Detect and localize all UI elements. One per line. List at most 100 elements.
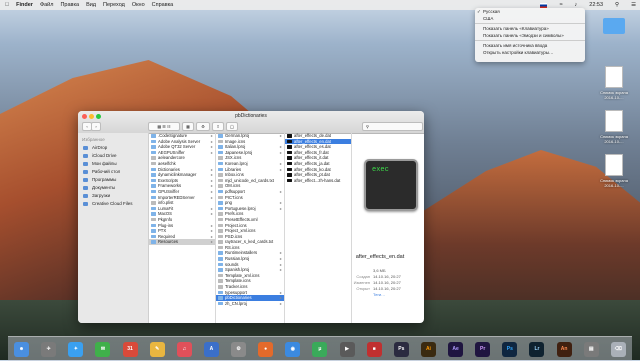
clock[interactable]: 22:53 xyxy=(589,2,603,8)
calendar-dock-icon[interactable]: 31 xyxy=(122,341,138,357)
menu-edit[interactable]: Правка xyxy=(60,2,79,8)
tag-icon[interactable]: ◯ xyxy=(226,122,238,131)
safari-dock-icon[interactable]: ✦ xyxy=(68,341,84,357)
chrome-dock-icon[interactable]: ◉ xyxy=(285,341,301,357)
desktop-folder[interactable] xyxy=(600,18,628,34)
chevron-right-icon: ▸ xyxy=(210,239,213,245)
document-icon xyxy=(605,66,623,88)
search-icon[interactable]: ⚲ xyxy=(615,2,619,8)
metadata-value: 3,6 МБ xyxy=(373,268,386,273)
folder-icon xyxy=(218,251,223,255)
sidebar-item-applications[interactable]: Программы xyxy=(78,176,148,184)
list-item-label: ExeScripts xyxy=(158,177,179,183)
document-icon xyxy=(605,110,623,132)
file-icon xyxy=(218,217,223,222)
flag-icon[interactable] xyxy=(540,2,548,8)
apple-icon[interactable]:  xyxy=(5,2,9,8)
list-item-label: dynamiclinkmanager xyxy=(158,172,197,178)
folder-icon xyxy=(218,201,223,205)
list-item[interactable]: after_effect...zh-hans.dat xyxy=(285,178,351,184)
adobe-dock-icon-6[interactable]: Lr xyxy=(529,341,545,357)
list-item-label: PTX xyxy=(158,228,167,234)
finder-dock-icon[interactable]: ☻ xyxy=(14,341,30,357)
menu-go[interactable]: Переход xyxy=(103,2,125,8)
share-icon[interactable]: ⇧ xyxy=(212,122,224,131)
folder-icon xyxy=(218,262,223,267)
sidebar-item-creative-cloud[interactable]: Creative Cloud Files xyxy=(78,200,148,208)
folder-icon xyxy=(151,150,156,155)
desktop-screenshot-1[interactable]: Снимок экрана 2016-10-... xyxy=(600,66,628,100)
list-item-label: Dictionaries xyxy=(158,166,180,172)
menu-finder[interactable]: Finder xyxy=(16,2,33,8)
arrange-button[interactable]: ▦ xyxy=(182,122,194,131)
view-switcher[interactable]: ▦ ☰ ☷ xyxy=(148,122,180,131)
desktop-screenshot-2[interactable]: Снимок экрана 2016-10-... xyxy=(600,110,628,144)
notes-dock-icon[interactable]: ✎ xyxy=(149,341,165,357)
show-input-name[interactable]: Показать имя источника ввода xyxy=(475,42,585,49)
list-item[interactable]: Resources ▸ xyxy=(149,239,215,245)
file-icon xyxy=(218,273,223,278)
folder-icon xyxy=(218,167,223,172)
list-item-label: Resources xyxy=(158,239,179,245)
list-item[interactable]: zh_CN.lproj ▸ xyxy=(216,301,284,307)
settings-dock-icon[interactable]: ⚙ xyxy=(231,341,247,357)
list-item-label: after_effects_ko.dat xyxy=(294,166,331,172)
list-item-label: after_effects_pt.dat xyxy=(294,172,330,178)
list-item-label: after_effects_de.dat xyxy=(294,133,331,138)
show-keyboard-viewer[interactable]: Показать панель «Клавиатура» xyxy=(475,25,585,32)
exec-icon xyxy=(287,178,292,183)
forward-button[interactable]: › xyxy=(91,122,101,131)
adobe-dock-icon-4[interactable]: Pr xyxy=(475,341,491,357)
show-emoji-viewer[interactable]: Показать панель «Эмодзи и символы» xyxy=(475,32,585,39)
list-item-label: Image.icns xyxy=(225,138,246,144)
sidebar-item-desktop[interactable]: Рабочий стол xyxy=(78,168,148,176)
appstore-dock-icon[interactable]: A xyxy=(203,341,219,357)
list-item-label: LumaFit xyxy=(158,205,174,211)
media-dock-icon[interactable]: ▶ xyxy=(339,341,355,357)
menu-help[interactable]: Справка xyxy=(152,2,174,8)
gear-icon[interactable]: ⚙ xyxy=(196,122,210,131)
utility-dock-icon[interactable]: ▤ xyxy=(583,341,599,357)
adobe-dock-icon-7[interactable]: An xyxy=(556,341,572,357)
menu-window[interactable]: Окно xyxy=(132,2,145,8)
open-keyboard-prefs[interactable]: Открыть настройки клавиатуры… xyxy=(475,49,585,56)
list-item-label: Libraries xyxy=(225,166,242,172)
sidebar-item-icloud[interactable]: iCloud Drive xyxy=(78,152,148,160)
torrent-dock-icon[interactable]: μ xyxy=(312,341,328,357)
list-icon[interactable]: ☰ xyxy=(631,2,636,8)
list-item-label: RS.icns xyxy=(225,244,240,250)
list-item-label: after_effects_it.dat xyxy=(294,155,329,161)
adobe-dock-icon-5[interactable]: Ps xyxy=(502,341,518,357)
folder-icon xyxy=(151,234,156,239)
app-dock-icon[interactable]: ■ xyxy=(366,341,382,357)
list-item-label: Korean.lproj xyxy=(225,160,248,166)
file-icon xyxy=(218,173,223,177)
firefox-dock-icon[interactable]: ● xyxy=(258,341,274,357)
exec-icon xyxy=(287,167,292,172)
trash-dock-icon[interactable]: ⌫ xyxy=(610,341,626,357)
sidebar-item-myfiles[interactable]: Мои файлы xyxy=(78,160,148,168)
list-item-label: zh_CN.lproj xyxy=(225,300,247,306)
list-item-label: Required xyxy=(158,233,175,239)
sidebar-item-documents[interactable]: Документы xyxy=(78,184,148,192)
adobe-dock-icon-3[interactable]: Ae xyxy=(448,341,464,357)
list-item-label: ImporterREDServer xyxy=(158,194,195,200)
menu-file[interactable]: Файл xyxy=(40,2,54,8)
menu-view[interactable]: Вид xyxy=(86,2,96,8)
desktop-screenshot-3[interactable]: Снимок экрана 2016-10-... xyxy=(600,154,628,188)
input-russian[interactable]: ✓ Русская xyxy=(475,8,585,15)
sidebar-item-airdrop[interactable]: AirDrop xyxy=(78,144,148,152)
folder-icon xyxy=(151,229,156,233)
itunes-dock-icon[interactable]: ♫ xyxy=(176,341,192,357)
adobe-dock-icon-1[interactable]: Ps xyxy=(393,341,409,357)
messages-dock-icon[interactable]: ✉ xyxy=(95,341,111,357)
search-field[interactable]: ⚲ xyxy=(362,122,423,131)
launchpad-dock-icon[interactable]: ✈ xyxy=(41,341,57,357)
adobe-dock-icon-2[interactable]: Ai xyxy=(420,341,436,357)
input-usa[interactable]: США xyxy=(475,15,585,22)
sidebar-header: Избранное xyxy=(82,137,105,142)
list-item-label: OM.icns xyxy=(225,183,241,189)
sidebar-item-downloads[interactable]: Загрузки xyxy=(78,192,148,200)
metadata-value[interactable]: Теги… xyxy=(373,292,385,297)
list-item-label: after_effects_es.dat xyxy=(294,144,331,150)
